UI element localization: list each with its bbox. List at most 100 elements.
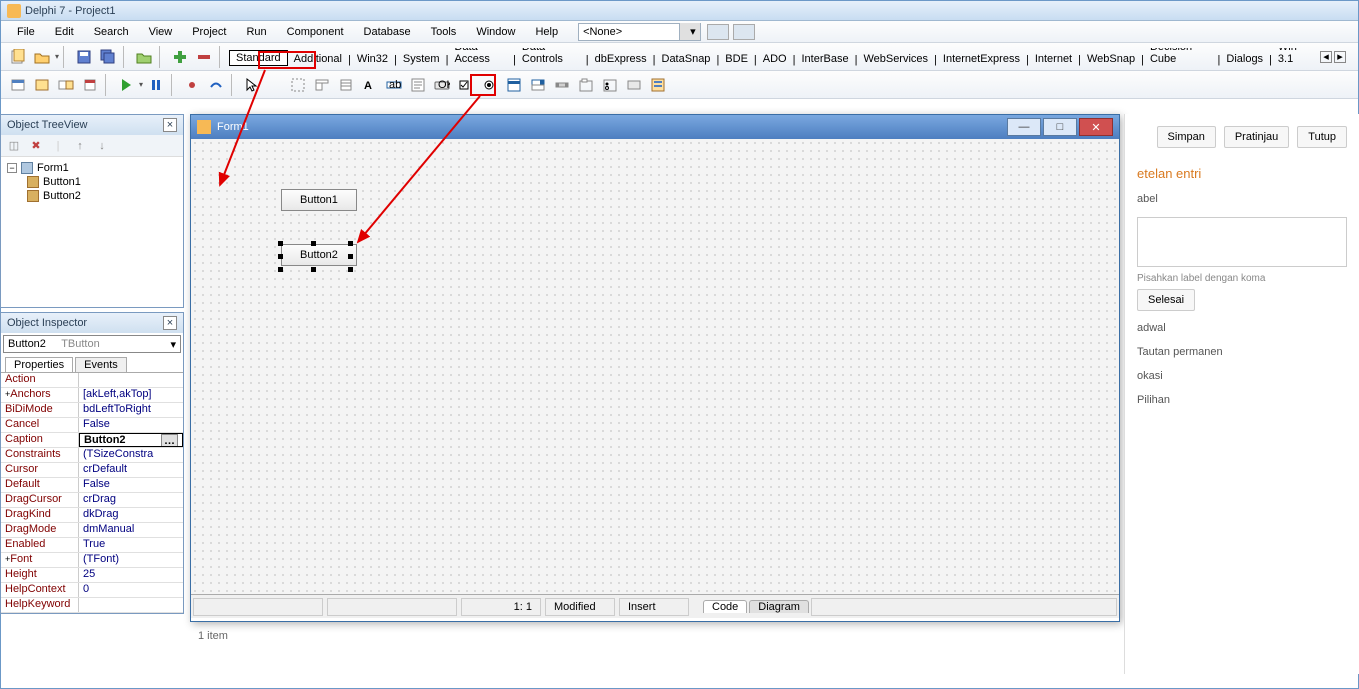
jadwal-label[interactable]: adwal	[1125, 316, 1359, 340]
selesai-button[interactable]: Selesai	[1137, 289, 1195, 311]
status-tab-code[interactable]: Code	[703, 600, 747, 613]
tmemo-icon[interactable]	[407, 74, 429, 96]
toggle-form-unit-icon[interactable]	[55, 74, 77, 96]
treeview-tb-delete-icon[interactable]: ✖	[27, 137, 45, 155]
prop-row-dragkind[interactable]: DragKinddkDrag	[1, 508, 183, 523]
inspector-close-icon[interactable]: ×	[163, 316, 177, 330]
tframe-icon[interactable]	[287, 74, 309, 96]
save-all-icon[interactable]	[97, 46, 119, 68]
trace-into-icon[interactable]	[181, 74, 203, 96]
treeview-up-icon[interactable]: ↑	[71, 137, 89, 155]
prop-row-bidimode[interactable]: BiDiModebdLeftToRight	[1, 403, 183, 418]
palette-tab-bde[interactable]: BDE	[719, 52, 754, 66]
new-items-icon[interactable]	[7, 46, 29, 68]
pause-icon[interactable]	[145, 74, 167, 96]
form-canvas[interactable]: Button1 Button2	[191, 139, 1119, 594]
menu-edit[interactable]: Edit	[45, 24, 84, 40]
tlistbox-icon[interactable]	[503, 74, 525, 96]
palette-tab-datasnap[interactable]: DataSnap	[656, 52, 717, 66]
prop-row-font[interactable]: +Font(TFont)	[1, 553, 183, 568]
chevron-down-icon[interactable]: ▾	[679, 23, 700, 40]
titlebar[interactable]: Delphi 7 - Project1	[1, 1, 1358, 21]
prop-row-anchors[interactable]: +Anchors[akLeft,akTop]	[1, 388, 183, 403]
tlabel-icon[interactable]: A	[359, 74, 381, 96]
prop-row-dragcursor[interactable]: DragCursorcrDrag	[1, 493, 183, 508]
form-minimize-button[interactable]: —	[1007, 118, 1041, 136]
form-close-button[interactable]: ✕	[1079, 118, 1113, 136]
palette-tab-dbexpress[interactable]: dbExpress	[589, 52, 653, 66]
save-icon[interactable]	[73, 46, 95, 68]
tutup-button[interactable]: Tutup	[1297, 126, 1347, 148]
step-over-icon[interactable]	[205, 74, 227, 96]
prop-row-action[interactable]: Action	[1, 373, 183, 388]
open-project-icon[interactable]	[133, 46, 155, 68]
designer-button2[interactable]: Button2	[281, 244, 357, 266]
remove-from-project-icon[interactable]	[193, 46, 215, 68]
tree-item-button1[interactable]: Button1	[27, 175, 177, 189]
palette-scroll-right-icon[interactable]: ▸	[1334, 51, 1346, 63]
menu-window[interactable]: Window	[466, 24, 525, 40]
status-tab-diagram[interactable]: Diagram	[749, 600, 809, 613]
palette-tab-win32[interactable]: Win32	[351, 52, 394, 66]
menu-search[interactable]: Search	[84, 24, 139, 40]
form-maximize-button[interactable]: □	[1043, 118, 1077, 136]
tgroupbox-icon[interactable]	[575, 74, 597, 96]
tbutton-icon[interactable]: OK	[431, 74, 453, 96]
prop-row-cancel[interactable]: CancelFalse	[1, 418, 183, 433]
tautan-label[interactable]: Tautan permanen	[1125, 340, 1359, 364]
form-designer-window[interactable]: Form1 — □ ✕ Button1 Button2 1: 1 Modifie…	[190, 114, 1120, 622]
lokasi-label[interactable]: okasi	[1125, 364, 1359, 388]
menu-run[interactable]: Run	[236, 24, 276, 40]
palette-tab-datacontrols[interactable]: Data Controls	[516, 48, 586, 66]
treeview-close-icon[interactable]: ×	[163, 118, 177, 132]
menu-file[interactable]: File	[7, 24, 45, 40]
tedit-icon[interactable]: ab|	[383, 74, 405, 96]
palette-tab-interbase[interactable]: InterBase	[795, 52, 854, 66]
tradiogroup-icon[interactable]	[599, 74, 621, 96]
tpopupmenu-icon[interactable]	[335, 74, 357, 96]
treeview-tb-icon-1[interactable]: ◫	[5, 137, 23, 155]
add-to-project-icon[interactable]	[169, 46, 191, 68]
prop-row-default[interactable]: DefaultFalse	[1, 478, 183, 493]
menu-component[interactable]: Component	[277, 24, 354, 40]
prop-row-helpkeyword[interactable]: HelpKeyword	[1, 598, 183, 613]
tpanel-icon[interactable]	[623, 74, 645, 96]
toolbar-mini-icon-1[interactable]	[707, 24, 729, 40]
tcombobox-icon[interactable]	[527, 74, 549, 96]
tactionlist-icon[interactable]	[647, 74, 669, 96]
inspector-tab-properties[interactable]: Properties	[5, 357, 73, 372]
property-grid[interactable]: Action+Anchors[akLeft,akTop]BiDiModebdLe…	[1, 372, 183, 613]
new-form-icon[interactable]	[79, 74, 101, 96]
prop-row-enabled[interactable]: EnabledTrue	[1, 538, 183, 553]
simpan-button[interactable]: Simpan	[1157, 126, 1216, 148]
prop-row-constraints[interactable]: Constraints(TSizeConstra	[1, 448, 183, 463]
palette-tab-ado[interactable]: ADO	[757, 52, 793, 66]
designer-button1[interactable]: Button1	[281, 189, 357, 211]
prop-row-cursor[interactable]: CursorcrDefault	[1, 463, 183, 478]
menu-project[interactable]: Project	[182, 24, 236, 40]
prop-row-dragmode[interactable]: DragModedmManual	[1, 523, 183, 538]
pointer-icon[interactable]	[241, 74, 263, 96]
run-icon[interactable]	[115, 74, 137, 96]
chevron-down-icon[interactable]: ▾	[170, 338, 176, 351]
menu-help[interactable]: Help	[525, 24, 568, 40]
menu-database[interactable]: Database	[354, 24, 421, 40]
prop-row-caption[interactable]: CaptionButton2…	[1, 433, 183, 448]
palette-scroll-left-icon[interactable]: ◂	[1320, 51, 1332, 63]
prop-row-height[interactable]: Height25	[1, 568, 183, 583]
pratinjau-button[interactable]: Pratinjau	[1224, 126, 1289, 148]
pilihan-label[interactable]: Pilihan	[1125, 388, 1359, 412]
palette-tab-internet[interactable]: Internet	[1029, 52, 1078, 66]
tree-view[interactable]: − Form1 Button1 Button2	[1, 157, 183, 307]
tree-item-button2[interactable]: Button2	[27, 189, 177, 203]
palette-tab-internetexpress[interactable]: InternetExpress	[937, 52, 1026, 66]
toolbar-mini-icon-2[interactable]	[733, 24, 755, 40]
palette-tab-win31[interactable]: Win 3.1	[1272, 48, 1316, 66]
tmainmenu-icon[interactable]	[311, 74, 333, 96]
inspector-tab-events[interactable]: Events	[75, 357, 127, 372]
palette-tab-webservices[interactable]: WebServices	[857, 52, 934, 66]
menu-view[interactable]: View	[139, 24, 183, 40]
inspector-component-combo[interactable]: Button2 TButton ▾	[3, 335, 181, 353]
prop-row-helpcontext[interactable]: HelpContext0	[1, 583, 183, 598]
form-titlebar[interactable]: Form1 — □ ✕	[191, 115, 1119, 139]
